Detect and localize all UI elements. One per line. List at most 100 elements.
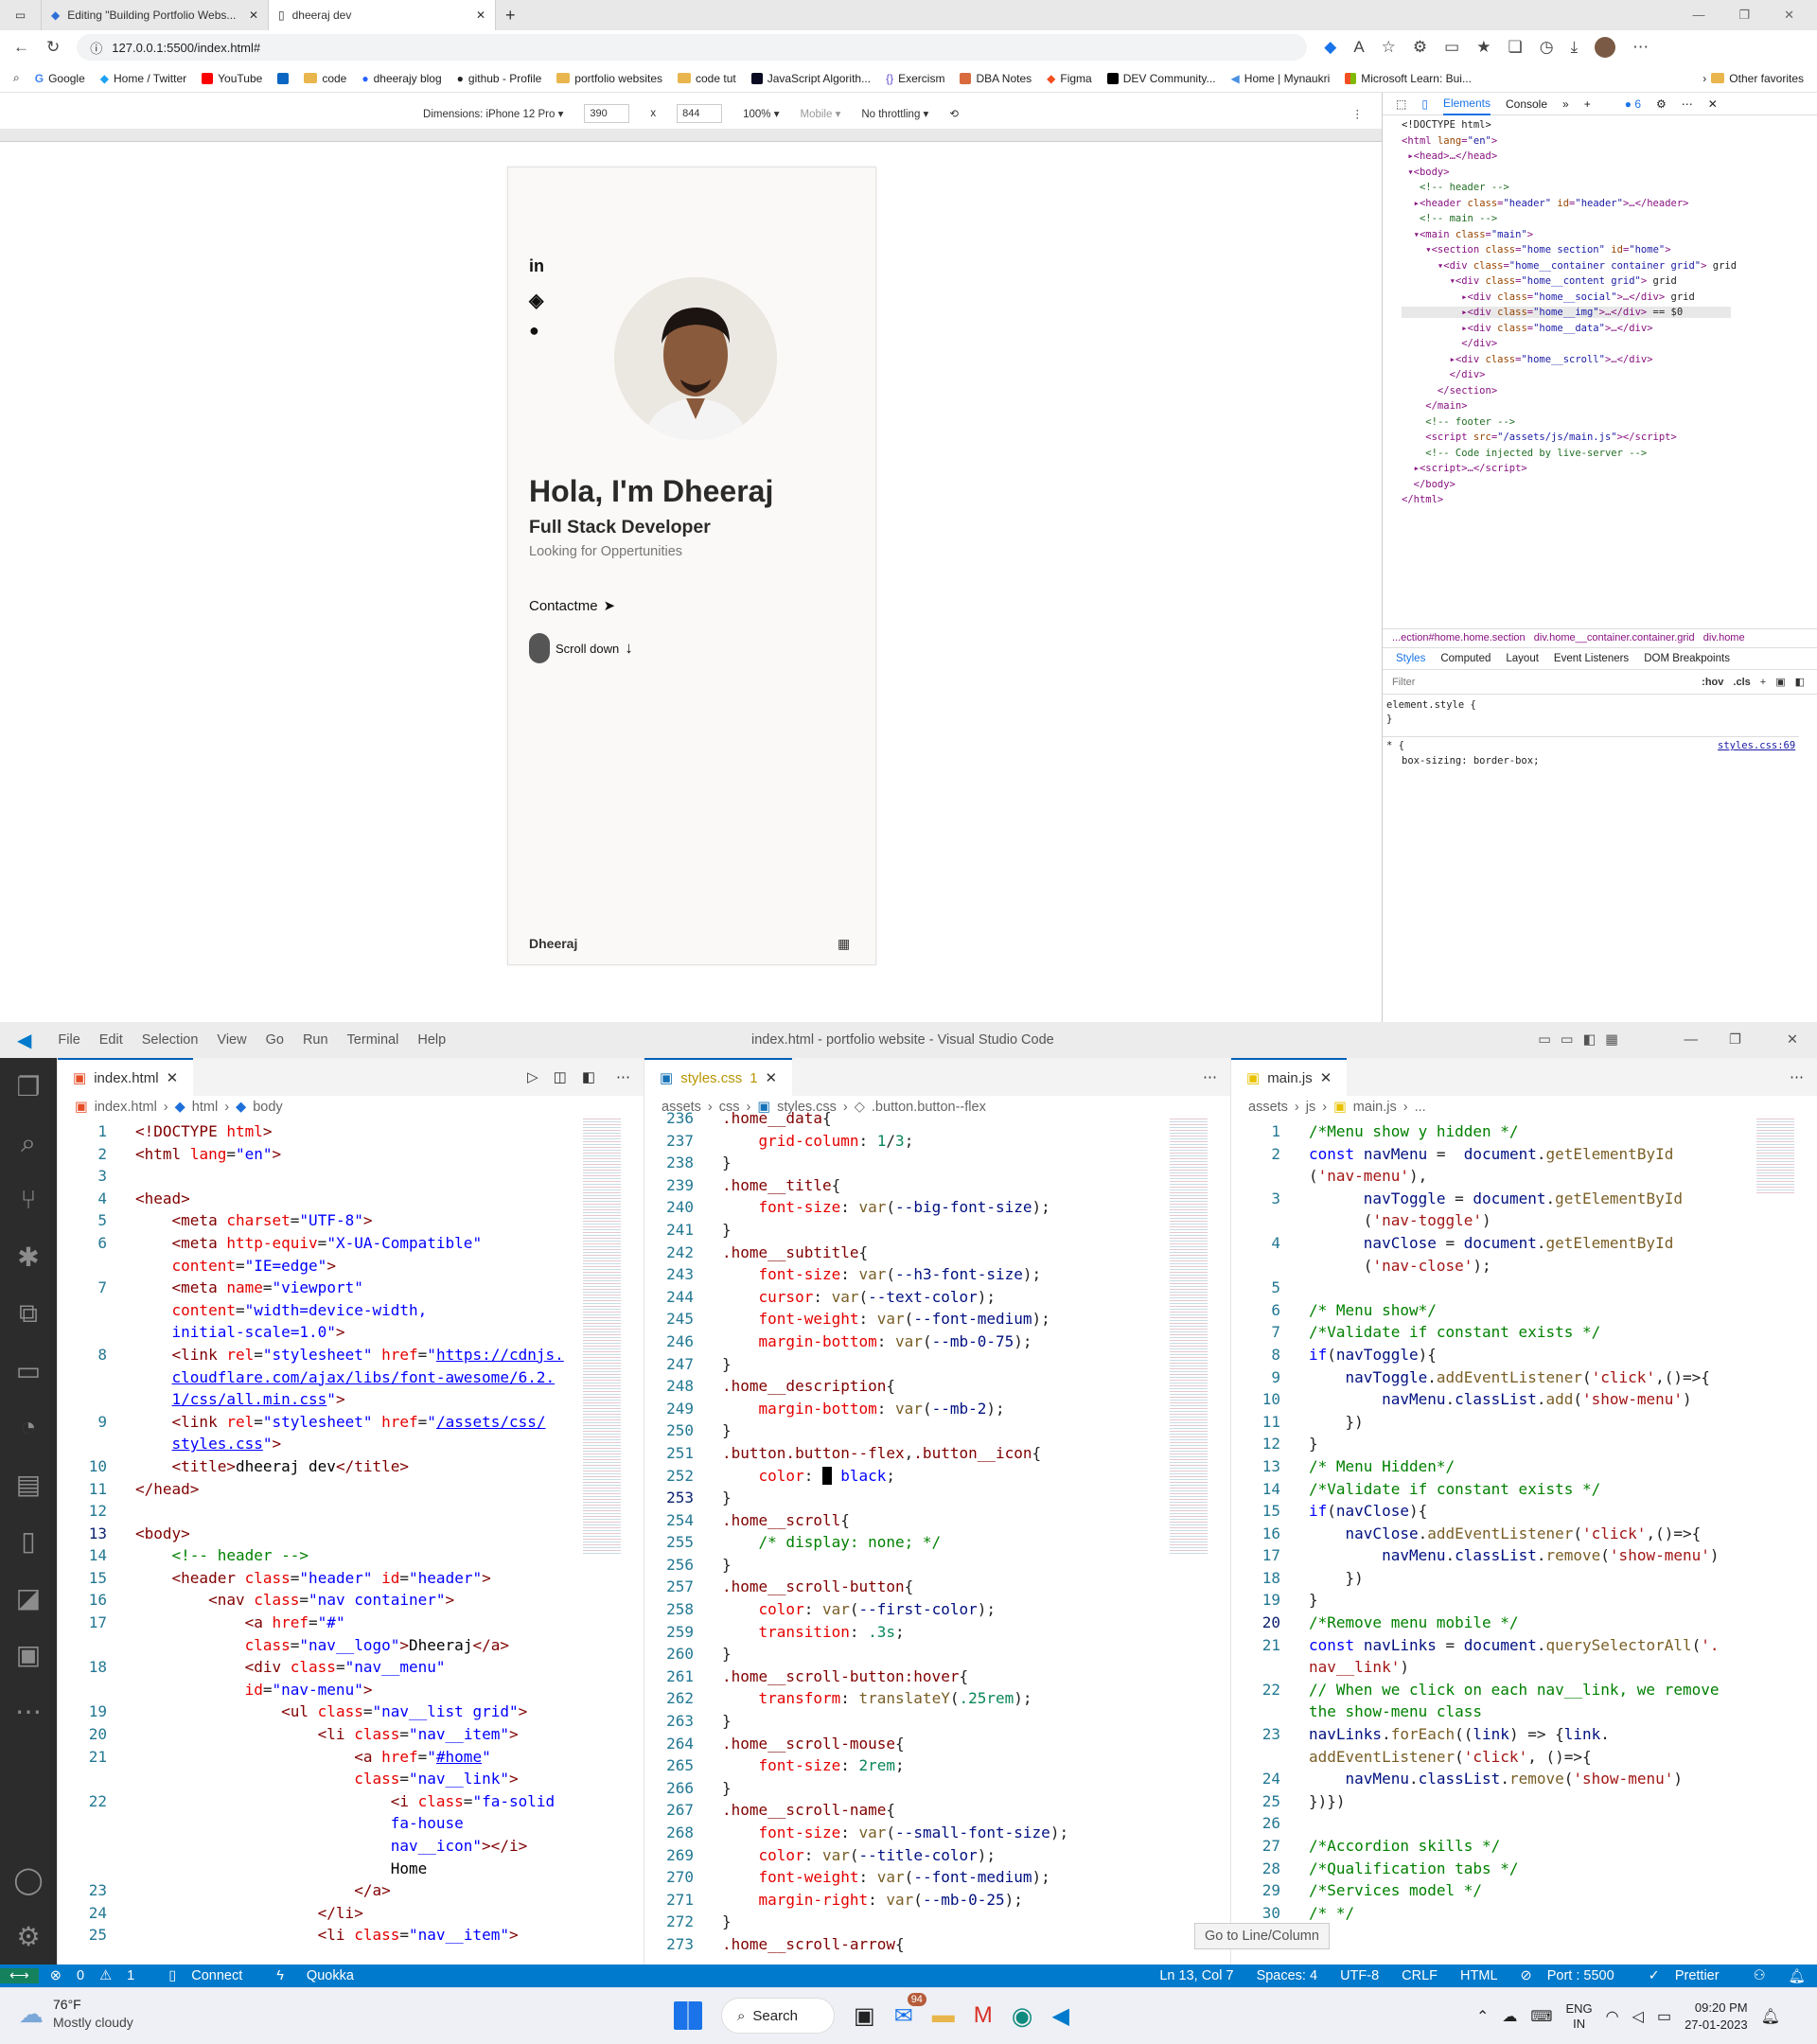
style-declaration[interactable]: box-sizing: border-box; bbox=[1402, 755, 1539, 766]
remote-icon[interactable]: ⟷ bbox=[0, 1968, 39, 1983]
extensions-icon[interactable]: ⚙ bbox=[1413, 38, 1427, 57]
linkedin-icon[interactable]: in bbox=[529, 256, 544, 276]
more-views-icon[interactable]: ⋯ bbox=[0, 1683, 57, 1739]
notifications-icon[interactable]: 🔔︎ bbox=[1777, 1968, 1817, 1984]
breadcrumb-item[interactable]: index.html bbox=[95, 1100, 157, 1115]
add-tab-icon[interactable]: + bbox=[1584, 97, 1591, 111]
bookmark[interactable]: DEV Community... bbox=[1106, 72, 1216, 85]
menu-edit[interactable]: Edit bbox=[90, 1032, 132, 1048]
feedback-icon[interactable]: ⚇ bbox=[1742, 1968, 1777, 1983]
testing-icon[interactable]: ◪ bbox=[0, 1569, 57, 1626]
onedrive-icon[interactable]: ☁ bbox=[1502, 2007, 1517, 2026]
live-server-port[interactable]: ⊘ Port : 5500 bbox=[1509, 1968, 1637, 1983]
close-tab-icon[interactable]: ✕ bbox=[167, 1069, 179, 1086]
battery-icon[interactable]: ▭ bbox=[1657, 2007, 1671, 2026]
extension-icon[interactable]: ◆ bbox=[1324, 38, 1336, 57]
restore-icon[interactable]: ❐ bbox=[1738, 8, 1750, 23]
device-toggle-icon[interactable]: ▯ bbox=[1421, 97, 1428, 111]
favorites-icon[interactable]: ★ bbox=[1476, 38, 1491, 57]
minimize-icon[interactable]: — bbox=[1692, 8, 1704, 23]
breadcrumb-item[interactable]: .button.button--flex bbox=[872, 1100, 986, 1115]
profile-avatar[interactable] bbox=[1595, 37, 1616, 58]
minimap[interactable] bbox=[583, 1119, 621, 1554]
taskbar-search[interactable]: ⌕ Search bbox=[721, 1998, 835, 2034]
settings-icon[interactable]: ⚙ bbox=[1656, 97, 1667, 111]
dom-breadcrumb[interactable]: ...ection#home.home.section div.home__co… bbox=[1383, 628, 1817, 647]
search-icon[interactable]: ⌕ bbox=[0, 1115, 57, 1172]
split-editor-icon[interactable]: ◧ bbox=[574, 1068, 603, 1085]
close-tab-icon[interactable]: ✕ bbox=[476, 9, 485, 22]
prettier-button[interactable]: ✓ Prettier bbox=[1637, 1968, 1742, 1983]
problems-indicator[interactable]: ⊗ 0 ⚠ 1 bbox=[39, 1968, 157, 1983]
extensions-icon[interactable]: ⧉ bbox=[0, 1285, 57, 1342]
breadcrumb-item[interactable]: body bbox=[253, 1100, 282, 1115]
menu-help[interactable]: Help bbox=[408, 1032, 455, 1048]
tab-computed[interactable]: Computed bbox=[1440, 653, 1491, 664]
favorite-star-icon[interactable]: ☆ bbox=[1382, 38, 1396, 57]
dom-tree[interactable]: <!DOCTYPE html> <html lang="en"> ▸<head>… bbox=[1383, 115, 1817, 508]
bookmark[interactable]: portfolio websites bbox=[556, 72, 662, 85]
manage-gear-icon[interactable]: ⚙ bbox=[0, 1908, 57, 1965]
issues-badge[interactable]: ● 6 bbox=[1625, 97, 1641, 111]
tab-actions-button[interactable]: ▭ bbox=[0, 0, 42, 30]
code-editor-js[interactable]: 1/*Menu show y hidden */ 2 const navMenu … bbox=[1231, 1119, 1817, 1924]
back-icon[interactable]: ← bbox=[13, 38, 29, 57]
debug-icon[interactable]: ✱ bbox=[0, 1228, 57, 1285]
more-options-icon[interactable]: ⋮ bbox=[1352, 107, 1364, 120]
preview-icon[interactable]: ◫ bbox=[546, 1068, 574, 1085]
bolt-icon[interactable]: ϟ bbox=[265, 1968, 295, 1983]
tab-main-js[interactable]: ▣ main.js ✕ bbox=[1231, 1058, 1348, 1096]
quokka-button[interactable]: Quokka bbox=[295, 1968, 365, 1983]
bookmark[interactable]: ◆ Figma bbox=[1047, 72, 1092, 85]
collections-icon[interactable]: ❏ bbox=[1508, 38, 1522, 57]
device-select[interactable]: Dimensions: iPhone 12 Pro ▾ bbox=[423, 107, 563, 120]
vscode-icon[interactable]: ◀ bbox=[1051, 2002, 1068, 2030]
close-tab-icon[interactable]: ✕ bbox=[249, 9, 258, 22]
more-icon[interactable]: ⋯ bbox=[1632, 38, 1649, 57]
notification-bell-icon[interactable]: 🔔︎ bbox=[1761, 2007, 1780, 2026]
notes-icon[interactable]: ▣ bbox=[0, 1626, 57, 1683]
code-editor-css[interactable]: 236 .home__data{ 237 grid-column: 1/3; 23… bbox=[644, 1105, 1230, 1956]
accounts-icon[interactable]: ◯ bbox=[0, 1851, 57, 1908]
height-input[interactable]: 844 bbox=[677, 104, 723, 123]
wifi-icon[interactable]: ◠ bbox=[1606, 2007, 1619, 2026]
customize-icon[interactable]: ⋯ bbox=[1682, 97, 1693, 111]
refresh-icon[interactable]: ↻ bbox=[46, 38, 60, 57]
close-devtools-icon[interactable]: ✕ bbox=[1708, 97, 1718, 111]
tab-elements[interactable]: Elements bbox=[1442, 93, 1491, 115]
inspect-icon[interactable]: ⬚ bbox=[1396, 97, 1406, 111]
nav-logo[interactable]: Dheeraj bbox=[529, 936, 577, 951]
other-favorites[interactable]: › Other favorites bbox=[1702, 72, 1804, 85]
browser-tab-dheeraj-dev[interactable]: ▯ dheeraj dev ✕ bbox=[269, 0, 496, 30]
browser-tab-editing[interactable]: ◆ Editing "Building Portfolio Webs... ✕ bbox=[42, 0, 269, 30]
download-icon[interactable]: ⤓ bbox=[1571, 38, 1579, 57]
breadcrumb-item[interactable]: assets bbox=[1248, 1100, 1288, 1115]
linkedin-bookmark[interactable] bbox=[277, 72, 290, 84]
remote-explorer-icon[interactable]: ▭ bbox=[0, 1342, 57, 1399]
address-bar[interactable]: ⓘ 127.0.0.1:5500/index.html# bbox=[77, 34, 1308, 61]
new-rule-icon[interactable]: + bbox=[1760, 677, 1766, 688]
styles-filter-input[interactable]: Filter bbox=[1392, 677, 1692, 688]
close-tab-icon[interactable]: ✕ bbox=[1320, 1069, 1332, 1086]
menu-go[interactable]: Go bbox=[256, 1032, 293, 1048]
clock[interactable]: 09:20 PM 27-01-2023 bbox=[1685, 2000, 1748, 2034]
tab-index-html[interactable]: ▣ index.html ✕ bbox=[58, 1058, 194, 1096]
bookmark[interactable]: ◀ Home | Mynaukri bbox=[1231, 72, 1331, 85]
cls-button[interactable]: .cls bbox=[1733, 677, 1750, 688]
bookmark[interactable]: DBA Notes bbox=[960, 72, 1032, 85]
cast-icon[interactable]: ▭ bbox=[1444, 38, 1459, 57]
file-explorer-icon[interactable]: ▬ bbox=[932, 2002, 955, 2029]
minimap[interactable] bbox=[1170, 1119, 1208, 1554]
paint-icon[interactable]: ▣ bbox=[1775, 676, 1785, 688]
more-actions-icon[interactable]: ⋯ bbox=[603, 1068, 644, 1085]
task-view-icon[interactable]: ▣ bbox=[854, 2002, 875, 2030]
bookmarks-icon[interactable]: ▯ bbox=[0, 1512, 57, 1569]
explorer-icon[interactable]: ❐ bbox=[0, 1058, 57, 1115]
tab-event-listeners[interactable]: Event Listeners bbox=[1554, 653, 1629, 664]
language-mode[interactable]: HTML bbox=[1449, 1968, 1508, 1983]
bookmark[interactable]: {} Exercism bbox=[886, 72, 944, 85]
bookmark[interactable]: JavaScript Algorith... bbox=[750, 72, 871, 85]
tab-layout[interactable]: Layout bbox=[1506, 653, 1539, 664]
more-tabs-icon[interactable]: » bbox=[1562, 97, 1569, 111]
edge-icon[interactable]: ◉ bbox=[1012, 2001, 1033, 2031]
